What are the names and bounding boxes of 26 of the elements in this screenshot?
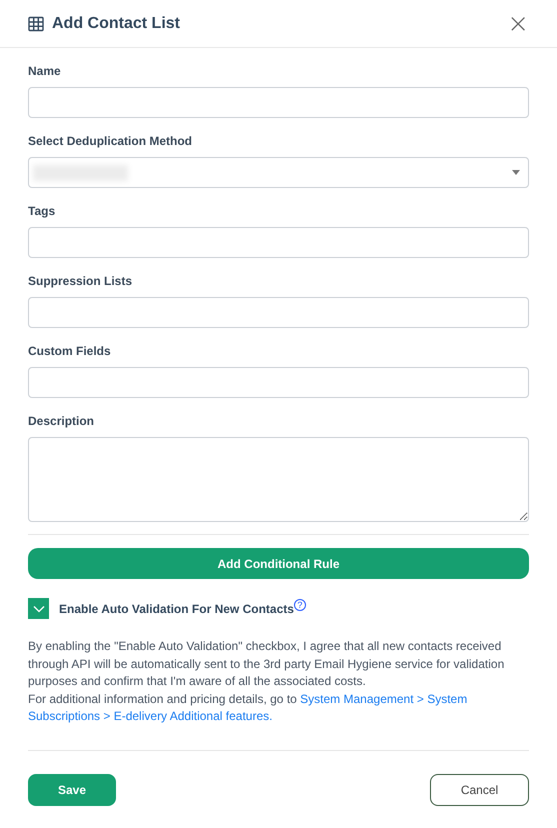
table-icon: [28, 16, 44, 32]
input-field[interactable]: [28, 297, 529, 328]
link[interactable]: Subscriptions > E-delivery Additional features.: [28, 709, 272, 723]
check-icon: [32, 604, 44, 612]
add-rule-button[interactable]: Add Conditional Rule: [28, 548, 529, 579]
help-icon[interactable]: ?: [294, 599, 306, 611]
field-label: Description: [28, 414, 96, 428]
dialog-title: Add Contact List: [52, 14, 180, 32]
caret-icon: [512, 170, 520, 175]
field-label: Select Deduplication Method: [28, 134, 194, 148]
description-field[interactable]: [28, 437, 529, 522]
checkbox[interactable]: [28, 598, 49, 619]
link[interactable]: System Management > System: [300, 692, 468, 706]
input-field[interactable]: [28, 367, 529, 398]
checkbox-label: Enable Auto Validation For New Contacts: [59, 602, 294, 616]
input-field[interactable]: [28, 227, 529, 258]
save-button[interactable]: Save: [28, 774, 116, 806]
cancel-button[interactable]: Cancel: [430, 774, 529, 806]
field-label: Custom Fields: [28, 344, 112, 358]
select-field[interactable]: [28, 157, 529, 188]
notice-text: By enabling the "Enable Auto Validation" checkbox, I agree that all new contacts received through API will be automatically sent to the 3rd party Email Hygiene service for validation purposes and confirm that I'm aware of all the associated costs. For additional information and pricing details, go to System Management > System Subscriptions > E-delivery Additional features.: [28, 638, 506, 725]
input-field[interactable]: [28, 87, 529, 118]
field-label: Suppression Lists: [28, 274, 134, 288]
close-button[interactable]: ×: [507, 10, 529, 36]
field-label: Name: [28, 64, 62, 78]
field-label: Tags: [28, 204, 56, 218]
